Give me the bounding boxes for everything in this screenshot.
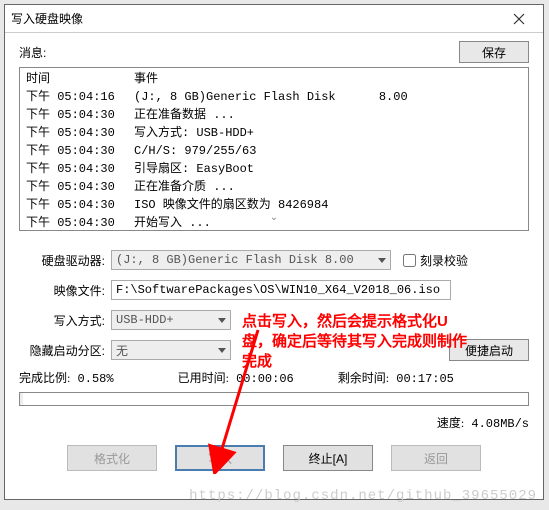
form-area: 硬盘驱动器: (J:, 8 GB)Generic Flash Disk 8.00…: [19, 249, 529, 361]
log-row: 下午 05:04:30写入方式: USB-HDD+: [26, 124, 522, 142]
log-header-event: 事件: [134, 70, 158, 88]
log-row: 下午 05:04:30C/H/S: 979/255/63: [26, 142, 522, 160]
progress-bar: [19, 392, 529, 406]
progress-fill: [20, 393, 23, 405]
info-row: 消息: 保存: [19, 41, 529, 63]
drive-dropdown[interactable]: (J:, 8 GB)Generic Flash Disk 8.00: [111, 250, 391, 270]
log-header: 时间 事件: [26, 70, 522, 88]
dialog-window: 写入硬盘映像 消息: 保存 时间 事件 下午 05:04:16(J:, 8 GB…: [4, 4, 544, 500]
drive-label: 硬盘驱动器:: [19, 252, 111, 269]
titlebar: 写入硬盘映像: [5, 5, 543, 33]
content-area: 消息: 保存 时间 事件 下午 05:04:16(J:, 8 GB)Generi…: [5, 33, 543, 479]
info-label: 消息:: [19, 44, 459, 61]
image-path-input[interactable]: F:\SoftwarePackages\OS\WIN10_X64_V2018_0…: [111, 280, 451, 300]
log-row: 下午 05:04:30引导扇区: EasyBoot: [26, 160, 522, 178]
chevron-down-icon: ⌄: [270, 210, 278, 228]
verify-label: 刻录校验: [420, 252, 468, 269]
quick-boot-button[interactable]: 便捷启动: [449, 339, 529, 361]
back-button[interactable]: 返回: [391, 445, 481, 471]
log-row: 下午 05:04:30正在准备数据 ...: [26, 106, 522, 124]
write-button[interactable]: 写入: [175, 445, 265, 471]
image-label: 映像文件:: [19, 282, 111, 299]
verify-checkbox-wrap[interactable]: 刻录校验: [403, 252, 468, 269]
button-row: 格式化 写入 终止[A] 返回: [19, 445, 529, 471]
verify-checkbox[interactable]: [403, 254, 416, 267]
abort-button[interactable]: 终止[A]: [283, 445, 373, 471]
save-button[interactable]: 保存: [459, 41, 529, 63]
progress-stats: 完成比例: 0.58% 已用时间: 00:00:06 剩余时间: 00:17:0…: [19, 369, 529, 386]
speed-row: 速度: 4.08MB/s: [19, 414, 529, 431]
format-button[interactable]: 格式化: [67, 445, 157, 471]
window-title: 写入硬盘映像: [11, 10, 501, 27]
log-row: 下午 05:04:30正在准备介质 ...: [26, 178, 522, 196]
log-textarea[interactable]: 时间 事件 下午 05:04:16(J:, 8 GB)Generic Flash…: [19, 67, 529, 231]
hidden-partition-dropdown[interactable]: 无: [111, 340, 231, 360]
hidden-partition-label: 隐藏启动分区:: [19, 342, 111, 359]
log-header-time: 时间: [26, 70, 134, 88]
write-mode-label: 写入方式:: [19, 312, 111, 329]
log-row: 下午 05:04:16(J:, 8 GB)Generic Flash Disk …: [26, 88, 522, 106]
write-mode-dropdown[interactable]: USB-HDD+: [111, 310, 231, 330]
close-button[interactable]: [501, 8, 537, 30]
close-icon: [513, 13, 525, 25]
